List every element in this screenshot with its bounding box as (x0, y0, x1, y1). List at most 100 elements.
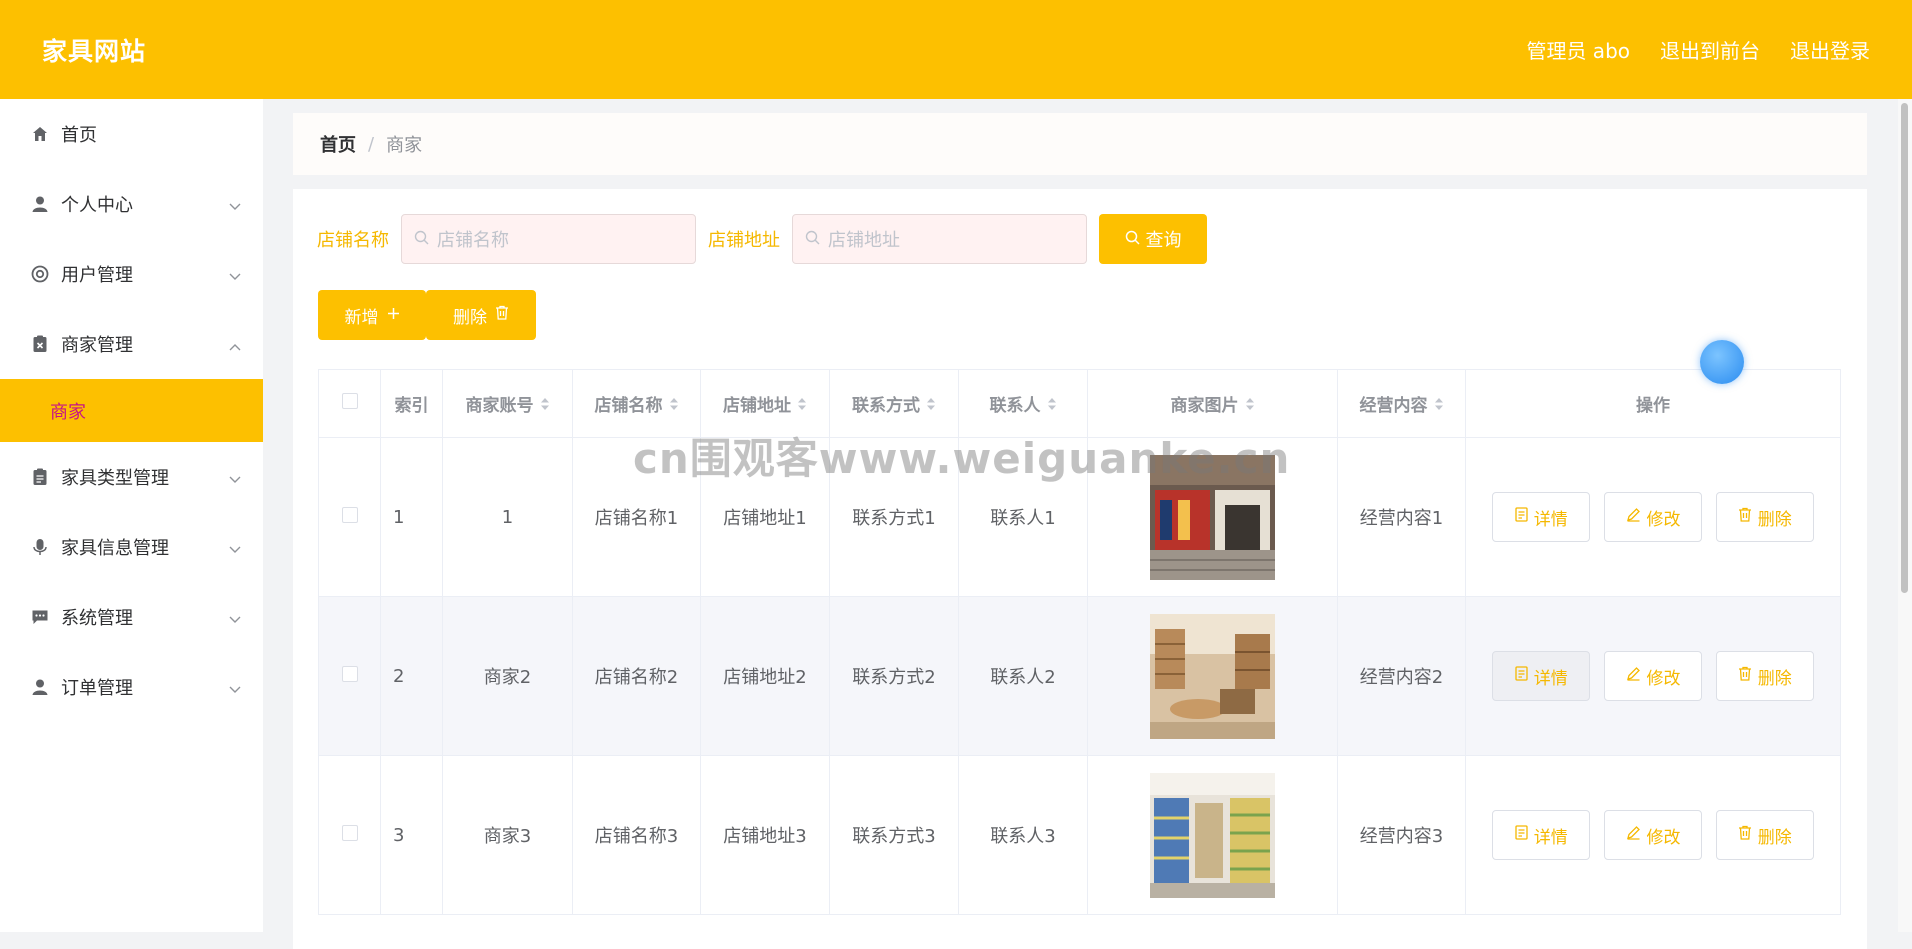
sort-icon[interactable] (797, 396, 807, 416)
col-header-account[interactable]: 商家账号 (442, 369, 573, 438)
cell-actions: 详情 修改 删除 (1465, 596, 1841, 756)
col-header-shop-name[interactable]: 店铺名称 (572, 369, 701, 438)
sort-icon[interactable] (669, 396, 679, 416)
edit-label: 修改 (1646, 509, 1681, 530)
col-header-shop-address[interactable]: 店铺地址 (700, 369, 830, 438)
header-links: 管理员 abo 退出到前台 退出登录 (1526, 35, 1870, 64)
cell-contact: 联系方式2 (829, 596, 959, 756)
row-checkbox[interactable] (341, 506, 358, 523)
delete-button[interactable]: 删除 (1715, 810, 1814, 860)
edit-button[interactable]: 修改 (1604, 651, 1702, 701)
sidebar-item-orders[interactable]: 订单管理 (0, 652, 263, 722)
plus-icon (387, 305, 400, 325)
cell-person: 联系人1 (958, 437, 1088, 597)
sort-icon[interactable] (1245, 396, 1255, 416)
shop-address-input[interactable]: 店铺地址 (792, 214, 1087, 264)
query-button[interactable]: 查询 (1099, 214, 1207, 264)
merchant-image[interactable] (1150, 454, 1275, 580)
sidebar-subitem-merchant[interactable]: 商家 (0, 379, 263, 442)
cell-business: 经营内容1 (1337, 437, 1466, 597)
shop-address-label: 店铺地址 (708, 230, 780, 251)
delete-button[interactable]: 删除 (1715, 492, 1814, 542)
shop-name-input[interactable]: 店铺名称 (401, 214, 696, 264)
cell-person: 联系人2 (958, 596, 1088, 756)
sort-icon[interactable] (540, 396, 550, 416)
detail-label: 详情 (1533, 827, 1568, 848)
sidebar-item-furniture-info[interactable]: 家具信息管理 (0, 512, 263, 582)
merchant-table: 索引 商家账号 店铺名称 店铺地址 联系方式 联系人 商家图片 经营内容 操作 … (318, 369, 1841, 915)
sidebar-item-profile[interactable]: 个人中心 (0, 169, 263, 239)
site-logo: 家具网站 (42, 36, 147, 66)
table-row: 1 1 店铺名称1 店铺地址1 联系方式1 联系人1 经营内容1 详情 修改 删… (318, 437, 1841, 597)
detail-button[interactable]: 详情 (1492, 810, 1591, 860)
delete-label: 删除 (1757, 509, 1792, 530)
page-scrollbar[interactable] (1898, 99, 1912, 932)
document-icon (1515, 666, 1528, 686)
admin-user-link[interactable]: 管理员 abo (1526, 35, 1630, 64)
detail-label: 详情 (1533, 668, 1568, 689)
table-row: 2 商家2 店铺名称2 店铺地址2 联系方式2 联系人2 经营内容2 详情 修改… (318, 596, 1841, 756)
sidebar-item-users[interactable]: 用户管理 (0, 239, 263, 309)
logout-link[interactable]: 退出登录 (1790, 35, 1870, 64)
batch-delete-button[interactable]: 删除 (426, 290, 536, 340)
document-icon (1515, 507, 1528, 527)
shop-name-label: 店铺名称 (317, 230, 389, 251)
scrollbar-thumb[interactable] (1901, 103, 1908, 593)
back-to-frontend-link[interactable]: 退出到前台 (1660, 35, 1760, 64)
detail-button[interactable]: 详情 (1492, 492, 1591, 542)
content-panel: 店铺名称 店铺名称 店铺地址 店铺地址 查询 新增 删除 索引 商家账号 店铺名… (293, 189, 1867, 949)
row-checkbox[interactable] (341, 824, 358, 841)
table-row: 3 商家3 店铺名称3 店铺地址3 联系方式3 联系人3 经营内容3 详情 修改… (318, 755, 1841, 915)
cell-business: 经营内容3 (1337, 755, 1466, 915)
chevron-down-icon (229, 678, 241, 699)
delete-label: 删除 (1757, 668, 1792, 689)
select-all-checkbox[interactable] (341, 393, 358, 409)
sidebar-item-home[interactable]: 首页 (0, 99, 263, 169)
sort-icon[interactable] (1434, 396, 1444, 416)
sidebar-item-label: 家具类型管理 (61, 468, 169, 489)
col-header-business[interactable]: 经营内容 (1337, 369, 1466, 438)
delete-button[interactable]: 删除 (1715, 651, 1814, 701)
edit-label: 修改 (1646, 827, 1681, 848)
merchant-image[interactable] (1150, 613, 1275, 739)
cell-index: 3 (380, 755, 443, 915)
edit-button[interactable]: 修改 (1604, 492, 1702, 542)
trash-icon (1738, 825, 1752, 845)
col-header-image[interactable]: 商家图片 (1087, 369, 1338, 438)
search-icon (805, 229, 820, 250)
row-select-cell (318, 437, 381, 597)
row-checkbox[interactable] (341, 665, 358, 682)
cell-image (1087, 755, 1338, 915)
document-icon (1515, 825, 1528, 845)
col-header-label: 店铺地址 (723, 396, 791, 416)
cell-index: 2 (380, 596, 443, 756)
detail-button[interactable]: 详情 (1492, 651, 1591, 701)
sidebar-item-system[interactable]: 系统管理 (0, 582, 263, 652)
edit-label: 修改 (1646, 668, 1681, 689)
trash-icon (1738, 507, 1752, 527)
cell-image (1087, 596, 1338, 756)
chevron-down-icon (229, 538, 241, 559)
sort-icon[interactable] (926, 396, 936, 416)
action-bar: 新增 删除 (318, 290, 536, 340)
cell-image (1087, 437, 1338, 597)
add-button[interactable]: 新增 (318, 290, 426, 340)
merchant-image[interactable] (1150, 772, 1275, 898)
sidebar-item-furniture-types[interactable]: 家具类型管理 (0, 442, 263, 512)
chevron-down-icon (229, 195, 241, 216)
col-header-actions: 操作 (1465, 369, 1841, 438)
col-header-contact[interactable]: 联系方式 (829, 369, 959, 438)
sidebar-item-merchants[interactable]: 商家管理 (0, 309, 263, 379)
user-icon (30, 677, 50, 697)
cell-account: 商家2 (442, 596, 573, 756)
breadcrumb: 首页 / 商家 (293, 113, 1867, 175)
col-header-label: 商家账号 (465, 396, 534, 416)
lifebuoy-icon (30, 264, 50, 284)
col-header-person[interactable]: 联系人 (958, 369, 1088, 438)
sort-icon[interactable] (1047, 396, 1057, 416)
floating-assistant-ball[interactable] (1700, 340, 1744, 384)
edit-button[interactable]: 修改 (1604, 810, 1702, 860)
cell-actions: 详情 修改 删除 (1465, 437, 1841, 597)
chevron-down-icon (229, 265, 241, 286)
breadcrumb-home[interactable]: 首页 (320, 131, 356, 157)
